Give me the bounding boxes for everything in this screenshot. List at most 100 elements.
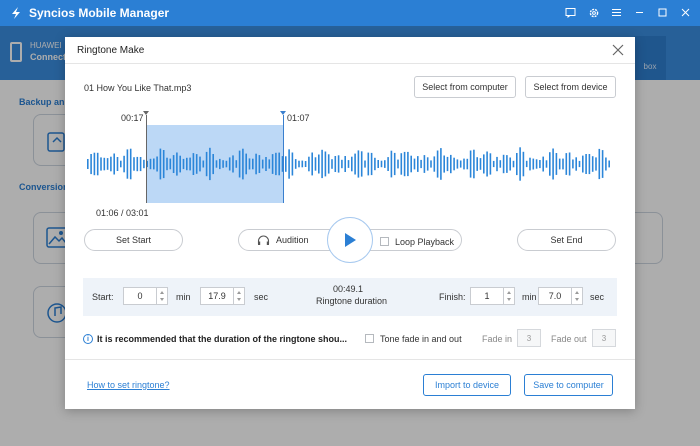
- start-sec-input[interactable]: 17.9: [200, 287, 234, 305]
- start-sec-stepper[interactable]: [234, 287, 245, 305]
- recommendation-text: It is recommended that the duration of t…: [97, 334, 348, 344]
- waveform-bar: [199, 156, 201, 172]
- waveform-bar: [337, 155, 340, 173]
- import-to-device-button[interactable]: Import to device: [423, 374, 511, 396]
- maximize-icon[interactable]: [654, 4, 671, 21]
- tone-fade-checkbox[interactable]: [365, 334, 374, 343]
- waveform-bar: [103, 157, 106, 171]
- playback-position: 01:06 / 03:01: [96, 208, 149, 218]
- waveform-bar: [360, 151, 363, 177]
- waveform-bar: [529, 157, 531, 171]
- waveform-bar: [162, 150, 165, 179]
- fade-in-label: Fade in: [482, 334, 513, 344]
- waveform-bar: [225, 160, 228, 168]
- waveform-bar: [341, 159, 343, 169]
- how-to-set-ringtone-link[interactable]: How to set ringtone?: [87, 380, 170, 390]
- loop-playback-label[interactable]: Loop Playback: [395, 237, 454, 247]
- waveform-bar: [565, 153, 568, 175]
- waveform-bar: [374, 157, 376, 171]
- info-icon: i: [83, 334, 93, 344]
- waveform-bar: [209, 147, 211, 181]
- waveform-bar: [334, 156, 337, 172]
- waveform-bar: [222, 160, 224, 168]
- waveform-bar: [285, 156, 287, 172]
- waveform-bar: [235, 160, 238, 168]
- waveform-bar: [215, 160, 218, 168]
- waveform-bar: [166, 157, 168, 171]
- waveform-bar: [327, 154, 330, 174]
- duration-label: Ringtone duration: [316, 296, 388, 306]
- waveform-bar: [443, 155, 445, 173]
- waveform-bar: [426, 157, 429, 171]
- waveform-bar: [90, 154, 92, 175]
- audition-label[interactable]: Audition: [276, 235, 309, 245]
- finish-min-input[interactable]: 1: [470, 287, 504, 305]
- minimize-icon[interactable]: [631, 4, 648, 21]
- waveform-bar: [255, 153, 257, 175]
- close-icon[interactable]: [611, 43, 625, 57]
- fade-in-input[interactable]: 3: [517, 329, 541, 347]
- waveform-bar: [476, 157, 478, 171]
- waveform-area[interactable]: 00:17 01:07: [85, 109, 615, 209]
- duration-recommendation: i It is recommended that the duration of…: [83, 334, 347, 344]
- waveform-bar: [430, 160, 432, 168]
- end-marker-time: 01:07: [287, 113, 310, 123]
- start-marker-handle[interactable]: [143, 111, 149, 115]
- waveform-bar: [595, 157, 597, 171]
- waveform: [87, 147, 610, 181]
- finish-min-unit: min: [522, 292, 537, 302]
- waveform-bar: [479, 158, 482, 170]
- waveform-bar: [598, 148, 601, 180]
- finish-label: Finish:: [439, 292, 466, 302]
- end-marker[interactable]: [283, 115, 284, 203]
- finish-sec-input[interactable]: 7.0: [538, 287, 572, 305]
- app-title-bar: Syncios Mobile Manager: [0, 0, 700, 26]
- message-icon[interactable]: [562, 4, 579, 21]
- waveform-bar: [314, 157, 317, 171]
- waveform-bar: [156, 156, 158, 172]
- save-to-computer-button[interactable]: Save to computer: [524, 374, 613, 396]
- ringtone-make-dialog: Ringtone Make 01 How You Like That.mp3 S…: [65, 37, 635, 409]
- waveform-bar: [555, 153, 558, 175]
- dialog-title: Ringtone Make: [77, 45, 145, 56]
- gear-icon[interactable]: [585, 4, 602, 21]
- waveform-bar: [502, 154, 505, 174]
- play-button[interactable]: [327, 217, 373, 263]
- start-min-input[interactable]: 0: [123, 287, 157, 305]
- close-icon[interactable]: [677, 4, 694, 21]
- finish-min-stepper[interactable]: [504, 287, 515, 305]
- waveform-bar: [390, 150, 393, 178]
- waveform-bar: [489, 153, 492, 175]
- waveform-bar: [318, 154, 320, 174]
- syncios-logo-icon: [12, 7, 20, 19]
- waveform-bar: [459, 160, 462, 168]
- start-min-stepper[interactable]: [157, 287, 168, 305]
- waveform-bar: [512, 160, 515, 168]
- tone-fade-label[interactable]: Tone fade in and out: [380, 334, 462, 344]
- set-start-button[interactable]: Set Start: [84, 229, 183, 251]
- loop-playback-checkbox[interactable]: [380, 237, 389, 246]
- waveform-bar: [377, 160, 379, 168]
- menu-icon[interactable]: [608, 4, 625, 21]
- waveform-bar: [542, 156, 544, 172]
- waveform-bar: [189, 157, 191, 171]
- waveform-bar: [195, 154, 198, 174]
- select-from-computer-button[interactable]: Select from computer: [414, 76, 516, 98]
- waveform-bar: [496, 156, 498, 172]
- waveform-bar: [492, 160, 495, 168]
- finish-sec-stepper[interactable]: [572, 287, 583, 305]
- select-from-device-button[interactable]: Select from device: [525, 76, 616, 98]
- start-marker[interactable]: [146, 115, 147, 203]
- waveform-bar: [384, 160, 386, 168]
- waveform-bar: [245, 153, 247, 175]
- waveform-bar: [321, 149, 323, 179]
- fade-out-input[interactable]: 3: [592, 329, 616, 347]
- waveform-bar: [351, 156, 353, 172]
- set-end-button[interactable]: Set End: [517, 229, 616, 251]
- waveform-bar: [469, 150, 472, 178]
- end-marker-handle[interactable]: [280, 111, 286, 115]
- waveform-bar: [486, 151, 488, 177]
- waveform-bar: [585, 154, 587, 174]
- waveform-bar: [420, 159, 422, 169]
- waveform-bar: [87, 159, 89, 169]
